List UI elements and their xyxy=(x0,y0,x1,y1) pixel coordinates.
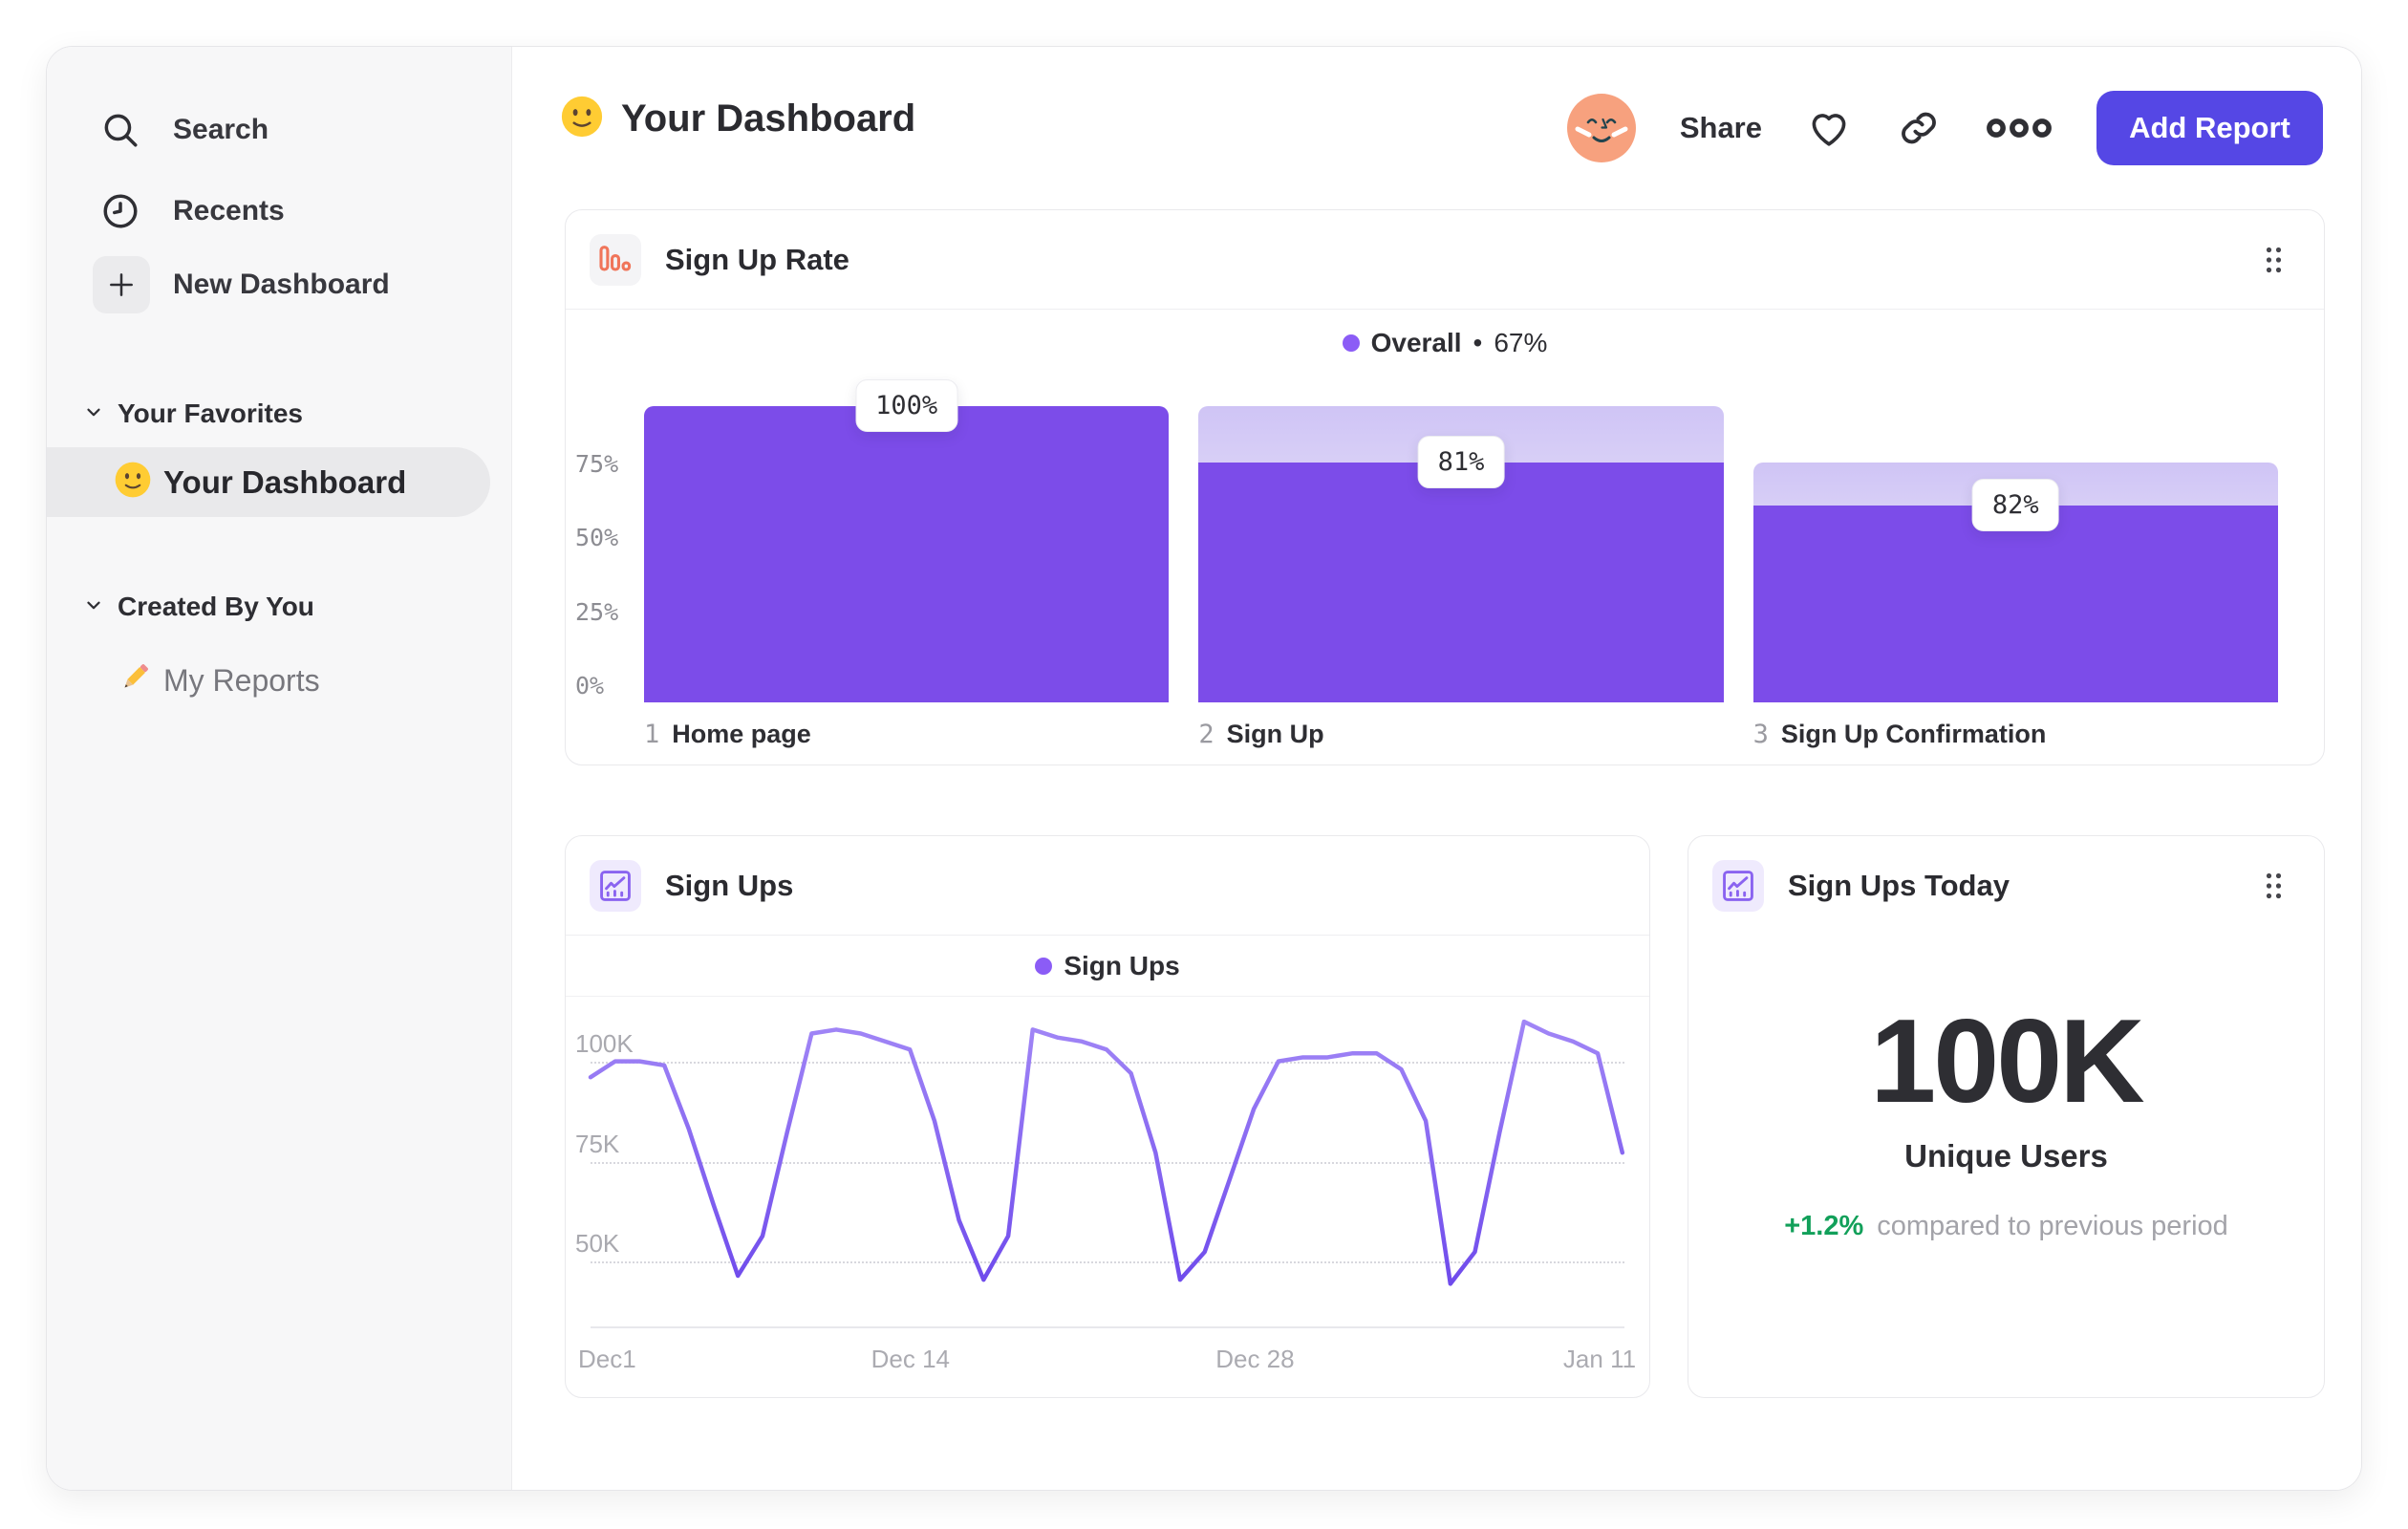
sidebar-item-search[interactable]: Search xyxy=(47,101,511,159)
pencil-emoji-icon xyxy=(114,658,154,703)
main-content: Your Dashboard Share Add Report Sign Up … xyxy=(512,47,2361,1490)
funnel-bar xyxy=(1752,506,2278,702)
sign-ups-today-card: Sign Ups Today 100K Unique Users +1.2% c… xyxy=(1688,835,2325,1398)
sidebar-item-label: Search xyxy=(173,114,269,145)
smiley-emoji-icon xyxy=(560,95,604,143)
chart-legend[interactable]: Overall • 67% xyxy=(566,310,2324,377)
funnel-bar xyxy=(644,406,1170,702)
legend-separator: • xyxy=(1473,328,1483,357)
sidebar-item-your-dashboard[interactable]: Your Dashboard xyxy=(47,447,490,517)
stat-value: 100K xyxy=(1870,996,2144,1128)
y-axis-tick-label: 50K xyxy=(575,1229,620,1258)
y-axis-tick-label: 100K xyxy=(575,1029,634,1058)
x-axis-tick-label: Dec 28 xyxy=(1215,1345,1295,1373)
card-title: Sign Ups Today xyxy=(1788,869,2010,902)
funnel-bar-tooltip: 82% xyxy=(1971,479,2059,532)
funnel-step-label: 1 Home page xyxy=(644,720,811,749)
y-axis-tick-label: 75% xyxy=(575,449,619,478)
sidebar-item-new-dashboard[interactable]: New Dashboard xyxy=(47,251,511,318)
sign-ups-line xyxy=(588,1019,1625,1286)
y-axis-tick-label: 50% xyxy=(575,524,619,551)
line-y-axis: 100K 75K 50K xyxy=(575,1001,652,1328)
page-header: Your Dashboard Share Add Report xyxy=(512,85,2361,171)
legend-dot xyxy=(1342,334,1360,352)
plus-icon xyxy=(93,256,150,313)
sidebar-item-recents[interactable]: Recents xyxy=(47,183,511,240)
x-axis-tick-label: Dec1 xyxy=(578,1345,636,1373)
y-axis-tick-label: 75K xyxy=(575,1129,620,1158)
stat-label: Unique Users xyxy=(1904,1138,2108,1174)
more-options-icon[interactable] xyxy=(1986,114,2053,142)
sidebar-item-label: Recents xyxy=(173,195,285,226)
line-plot-area xyxy=(588,1001,1625,1328)
step-name: Home page xyxy=(672,720,811,748)
x-axis-tick-label: Dec 14 xyxy=(871,1345,951,1373)
drag-handle-icon[interactable] xyxy=(2266,872,2282,904)
stat-delta: +1.2% xyxy=(1784,1211,1864,1242)
app-window: Search Recents New Dashboard Your Favori… xyxy=(46,46,2362,1491)
funnel-bar-tooltip: 100% xyxy=(855,379,958,432)
funnel-chart-icon xyxy=(590,234,641,286)
line-series xyxy=(588,1019,1625,1286)
card-header: Sign Ups xyxy=(566,836,1649,936)
chevron-down-icon xyxy=(83,594,104,620)
sidebar-section-created-by-you[interactable]: Created By You xyxy=(83,592,314,622)
y-axis-tick-label: 25% xyxy=(575,597,619,626)
step-name: Sign Up Confirmation xyxy=(1780,720,2047,748)
funnel-bar-tooltip: 81% xyxy=(1417,435,1505,488)
card-title: Sign Up Rate xyxy=(665,242,849,276)
avatar[interactable] xyxy=(1566,94,1636,162)
signup-rate-card: Sign Up Rate Overall • 67% 75% 50% 25% 0% 1… xyxy=(565,209,2325,765)
line-chart-icon xyxy=(1712,860,1764,912)
chevron-down-icon xyxy=(83,401,104,427)
legend-label: Sign Ups xyxy=(1064,951,1180,980)
chart-legend[interactable]: Sign Ups xyxy=(566,937,1649,997)
step-number: 2 xyxy=(1198,720,1215,749)
line-chart-icon xyxy=(590,860,641,912)
favorite-heart-icon[interactable] xyxy=(1806,105,1852,151)
funnel-step: 81% 2 Sign Up xyxy=(1198,406,1724,749)
stat-body: 100K Unique Users +1.2% compared to prev… xyxy=(1688,936,2324,1242)
y-axis-tick-label: 0% xyxy=(575,672,605,700)
add-report-button[interactable]: Add Report xyxy=(2096,91,2323,165)
legend-dot xyxy=(1035,958,1053,975)
step-name: Sign Up xyxy=(1226,720,1324,748)
sign-ups-card: Sign Ups Sign Ups 100K 75K 50K Dec1 Dec 14 D… xyxy=(565,835,1650,1398)
funnel-step-label: 3 Sign Up Confirmation xyxy=(1753,720,2047,749)
sidebar-item-my-reports[interactable]: My Reports xyxy=(47,651,511,710)
clock-icon xyxy=(97,187,144,235)
funnel-bars: 100% 1 Home page 81% 2 Sign Up 82% 3 Sign Up Con… xyxy=(644,379,2278,749)
card-header: Sign Ups Today xyxy=(1688,836,2324,936)
funnel-bar xyxy=(1198,462,1724,702)
funnel-step: 82% 3 Sign Up Confirmation xyxy=(1752,406,2278,749)
card-header: Sign Up Rate xyxy=(566,210,2324,310)
step-number: 1 xyxy=(644,720,660,749)
copy-link-icon[interactable] xyxy=(1896,105,1942,151)
sidebar-item-label: My Reports xyxy=(163,662,320,698)
funnel-y-axis: 75% 50% 25% 0% xyxy=(575,406,642,702)
legend-label: Overall xyxy=(1370,328,1462,357)
legend-value: 67% xyxy=(1494,328,1548,357)
step-number: 3 xyxy=(1752,720,1769,749)
sidebar-section-favorites[interactable]: Your Favorites xyxy=(83,398,303,429)
sidebar-item-label: Your Dashboard xyxy=(163,463,407,500)
smiley-emoji-icon xyxy=(114,461,152,504)
sidebar-item-label: New Dashboard xyxy=(173,269,390,300)
drag-handle-icon[interactable] xyxy=(2266,247,2282,278)
page-title: Your Dashboard xyxy=(621,97,916,140)
sidebar: Search Recents New Dashboard Your Favori… xyxy=(47,47,512,1490)
section-label: Your Favorites xyxy=(118,398,303,428)
section-label: Created By You xyxy=(118,592,314,621)
line-x-axis: Dec1 Dec 14 Dec 28 Jan 11 xyxy=(578,1345,1636,1383)
x-axis-tick-label: Jan 11 xyxy=(1562,1345,1637,1373)
funnel-step-label: 2 Sign Up xyxy=(1198,720,1323,749)
stat-delta-note: compared to previous period xyxy=(1877,1211,2228,1242)
search-icon xyxy=(97,106,144,154)
funnel-step: 100% 1 Home page xyxy=(644,379,1170,749)
share-button[interactable]: Share xyxy=(1680,111,1762,145)
card-title: Sign Ups xyxy=(665,868,794,902)
